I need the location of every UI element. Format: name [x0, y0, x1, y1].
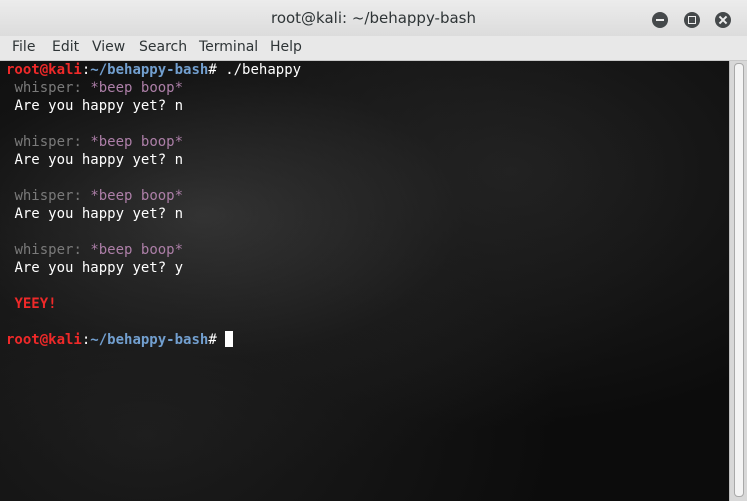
window-title: root@kali: ~/behappy-bash — [270, 9, 477, 27]
whisper-label: whisper: — [14, 188, 82, 204]
result-line: YEEY! — [6, 295, 301, 313]
result-text: YEEY! — [14, 296, 57, 312]
prompt-path: ~/behappy-bash — [90, 62, 209, 78]
question-text: Are you happy yet? n — [14, 152, 184, 168]
minimize-button[interactable] — [652, 12, 668, 28]
prompt-symbol: # — [208, 332, 217, 348]
whisper-text: *beep boop* — [90, 242, 184, 258]
prompt-line: root@kali:~/behappy-bash# — [6, 331, 301, 349]
command-text: ./behappy — [225, 62, 302, 78]
question-text: Are you happy yet? n — [14, 98, 184, 114]
terminal-text: root@kali:~/behappy-bash# ./behappy whis… — [6, 61, 301, 349]
menu-terminal[interactable]: Terminal — [199, 39, 258, 55]
maximize-icon — [688, 16, 696, 24]
whisper-line: whisper: *beep boop* — [6, 187, 301, 205]
maximize-button[interactable] — [684, 12, 700, 28]
whisper-text: *beep boop* — [90, 134, 184, 150]
menu-bar: File Edit View Search Terminal Help — [0, 36, 747, 61]
prompt-symbol: # — [208, 62, 217, 78]
whisper-line: whisper: *beep boop* — [6, 79, 301, 97]
text-cursor — [224, 331, 233, 347]
terminal-output[interactable]: root@kali:~/behappy-bash# ./behappy whis… — [0, 61, 729, 501]
menu-file[interactable]: File — [12, 39, 35, 55]
menu-search[interactable]: Search — [139, 39, 187, 55]
whisper-line: whisper: *beep boop* — [6, 133, 301, 151]
scrollbar-thumb[interactable] — [734, 63, 744, 497]
question-text: Are you happy yet? y — [14, 260, 184, 276]
menu-edit[interactable]: Edit — [52, 39, 79, 55]
command-line: root@kali:~/behappy-bash# ./behappy — [6, 61, 301, 79]
prompt-user: root@kali — [6, 332, 82, 348]
whisper-text: *beep boop* — [90, 80, 184, 96]
vertical-scrollbar[interactable] — [729, 61, 747, 501]
question-text: Are you happy yet? n — [14, 206, 184, 222]
prompt-path: ~/behappy-bash — [90, 332, 209, 348]
minimize-icon — [656, 19, 664, 21]
question-line: Are you happy yet? n — [6, 151, 301, 169]
menu-help[interactable]: Help — [270, 39, 302, 55]
whisper-line: whisper: *beep boop* — [6, 241, 301, 259]
whisper-label: whisper: — [14, 242, 82, 258]
title-bar[interactable]: root@kali: ~/behappy-bash — [0, 0, 747, 37]
terminal-window: root@kali: ~/behappy-bash File Edit View… — [0, 0, 747, 501]
question-line: Are you happy yet? n — [6, 205, 301, 223]
whisper-label: whisper: — [14, 80, 82, 96]
close-button[interactable] — [715, 12, 731, 28]
whisper-text: *beep boop* — [90, 188, 184, 204]
whisper-label: whisper: — [14, 134, 82, 150]
question-line: Are you happy yet? n — [6, 97, 301, 115]
question-line: Are you happy yet? y — [6, 259, 301, 277]
menu-view[interactable]: View — [92, 39, 125, 55]
prompt-user: root@kali — [6, 62, 82, 78]
